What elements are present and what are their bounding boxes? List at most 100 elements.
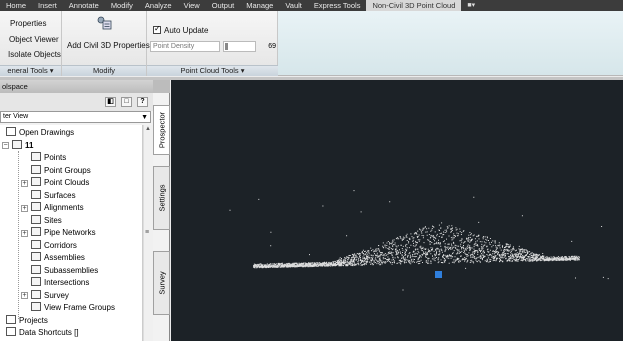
tab-annotate[interactable]: Annotate [63, 0, 105, 11]
tree-item-label: Surfaces [44, 190, 76, 200]
tab-settings[interactable]: Settings [153, 166, 170, 230]
selection-grip[interactable] [435, 271, 442, 278]
tree-item-label: Point Groups [44, 165, 91, 175]
tab-vault[interactable]: Vault [279, 0, 308, 11]
drawing-icon [12, 139, 22, 149]
panel-icon[interactable]: □ [121, 97, 132, 107]
tab-home[interactable]: Home [0, 0, 32, 11]
tab-point-cloud[interactable]: Non-Civil 3D Point Cloud [366, 0, 462, 11]
survey-icon [31, 289, 41, 299]
tree-item[interactable]: Alignments [31, 202, 84, 214]
tree-connector [18, 151, 19, 319]
view-dropdown[interactable]: ter View ▼ [0, 111, 151, 123]
tree-item-label: Assemblies [44, 253, 85, 262]
panel-modify: Add Civil 3D Properties Modify [62, 11, 150, 76]
tree-item[interactable]: Point Groups [31, 164, 91, 177]
tab-view[interactable]: View [178, 0, 206, 11]
ribbon-empty-area [278, 11, 623, 76]
tree-item[interactable]: Points [31, 152, 66, 164]
tree-item-label: Pipe Networks [44, 228, 96, 237]
tree-item[interactable]: Pipe Networks [31, 227, 96, 239]
toolspace-palette: olspace ◧ □ ? ter View ▼ Open Drawings − 1… [0, 80, 170, 341]
tree-item-label: 11 [25, 140, 34, 150]
tree-item-label: Projects [19, 315, 48, 325]
corridors-icon [31, 239, 41, 249]
shortcuts-icon [6, 327, 16, 336]
panel-general-tools: Properties Object Viewer Isolate Objects… [0, 11, 62, 76]
civil-3d-properties-icon[interactable] [97, 16, 112, 30]
tree-item[interactable]: Surfaces [31, 189, 76, 202]
tree-item[interactable]: Open Drawings [6, 127, 74, 139]
point-density-thumb[interactable] [225, 43, 228, 50]
expand-icon[interactable]: + [21, 179, 28, 187]
tab-modify[interactable]: Modify [105, 0, 139, 11]
properties-button[interactable]: Properties [10, 19, 46, 28]
point-cloud-points [229, 190, 609, 291]
expand-icon[interactable]: + [21, 292, 28, 299]
tab-output[interactable]: Output [206, 0, 241, 11]
tree-item-label: Points [44, 153, 67, 162]
ribbon-options-icon[interactable]: ■▾ [461, 0, 481, 11]
panel-title-point-cloud-tools[interactable]: Point Cloud Tools ▾ [147, 65, 278, 76]
tree-item[interactable]: Assemblies [31, 252, 85, 264]
ribbon-tab-bar: Home Insert Annotate Modify Analyze View… [0, 0, 623, 11]
tree-item[interactable]: Intersections [31, 277, 89, 289]
tree-item[interactable]: View Frame Groups [31, 302, 115, 314]
scroll-up-icon[interactable]: ▲ [145, 126, 151, 132]
help-icon[interactable]: ? [137, 97, 148, 107]
folder-icon [6, 127, 16, 136]
points-icon [31, 152, 41, 161]
tree-item[interactable]: Survey [31, 289, 69, 302]
subassemblies-icon [31, 264, 41, 274]
tab-insert[interactable]: Insert [32, 0, 63, 11]
tree-item[interactable]: Projects [6, 314, 48, 327]
tree-item-label: Data Shortcuts [] [19, 328, 79, 337]
tree-item-label: Corridors [44, 240, 77, 250]
surfaces-icon [31, 189, 41, 199]
tree-item[interactable]: Corridors [31, 239, 77, 252]
tree-item-label: Survey [44, 290, 69, 300]
tree-item[interactable]: Subassemblies [31, 264, 98, 277]
tab-express-tools[interactable]: Express Tools [308, 0, 367, 11]
chevron-down-icon: ▼ [141, 114, 148, 121]
point-density-label: Point Density [150, 41, 220, 52]
view-dropdown-value: ter View [3, 113, 29, 120]
intersections-icon [31, 277, 41, 286]
scroll-grip-icon: ≡ [145, 229, 150, 236]
tab-manage[interactable]: Manage [240, 0, 279, 11]
expand-icon[interactable]: + [21, 204, 28, 212]
tab-survey[interactable]: Survey [153, 251, 170, 315]
sites-icon [31, 214, 41, 224]
isolate-objects-button[interactable]: Isolate Objects [8, 50, 61, 59]
panel-title-modify: Modify [62, 65, 146, 76]
collapse-icon[interactable]: − [2, 142, 9, 149]
tree-item-label: Sites [44, 215, 62, 225]
tree-item[interactable]: Point Clouds [31, 177, 89, 189]
point-density-value: 69 [268, 43, 276, 50]
tab-prospector[interactable]: Prospector [153, 105, 170, 155]
viewframes-icon [31, 302, 41, 311]
palette-titlebar-strip[interactable] [153, 80, 170, 93]
pclouds-icon [31, 177, 41, 186]
point-density-slider[interactable] [223, 41, 256, 52]
add-civil3d-properties-button[interactable]: Add Civil 3D Properties [67, 41, 150, 50]
tree-item[interactable]: Data Shortcuts [] [6, 327, 79, 339]
tree-item[interactable]: Sites [31, 214, 62, 227]
auto-update-checkbox[interactable] [153, 24, 161, 34]
tree-item-label: View Frame Groups [44, 303, 115, 312]
tree-scrollbar[interactable]: ▲ ≡ [143, 125, 153, 341]
tab-analyze[interactable]: Analyze [139, 0, 178, 11]
tree-item-label: Point Clouds [44, 178, 90, 187]
tree-item[interactable]: 11 [12, 139, 34, 152]
point-density-row: Point Density 69 [150, 41, 276, 52]
panel-title-general-tools[interactable]: eneral Tools ▾ [0, 65, 61, 76]
expand-icon[interactable]: + [21, 229, 28, 237]
drawing-viewport[interactable] [171, 80, 623, 341]
toggle-view-icon[interactable]: ◧ [105, 97, 116, 107]
alignments-icon [31, 202, 41, 211]
toolspace-title: olspace [0, 80, 153, 93]
point-cloud [229, 190, 609, 291]
object-viewer-button[interactable]: Object Viewer [9, 35, 59, 44]
pipes-icon [31, 227, 41, 236]
tree-item-label: Open Drawings [19, 128, 75, 137]
